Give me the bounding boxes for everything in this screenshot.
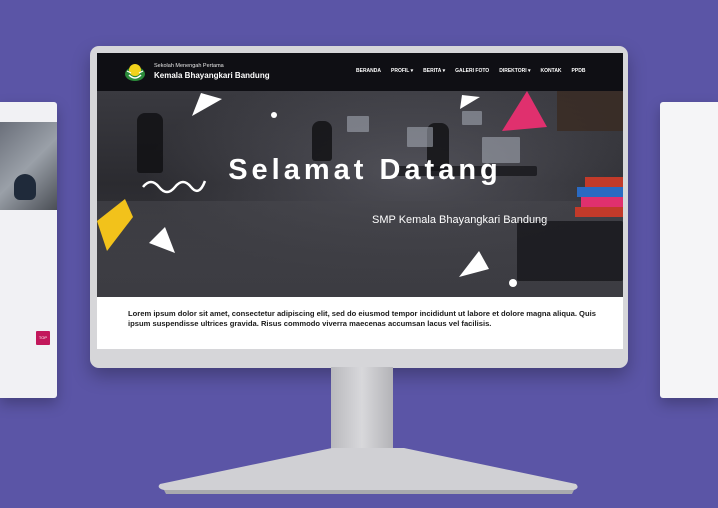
books-icon — [581, 197, 623, 207]
nav-item-berita[interactable]: BERITA ▾ — [423, 68, 445, 74]
site-header: Sekolah Menengah Pertama Kemala Bhayangk… — [97, 53, 623, 91]
main-nav: BERANDA PROFIL ▾ BERITA ▾ GALERI FOTO DI… — [356, 68, 585, 74]
pink-triangle-shape — [502, 91, 547, 131]
brand-title[interactable]: Kemala Bhayangkari Bandung — [154, 71, 270, 80]
intro-section: Lorem ipsum dolor sit amet, consectetur … — [97, 297, 623, 349]
books-icon — [577, 187, 623, 197]
left-page-preview: TOP — [0, 102, 57, 398]
dot-shape — [509, 279, 517, 287]
scroll-top-button[interactable]: TOP — [36, 331, 50, 345]
nav-item-ppdb[interactable]: PPDB — [572, 68, 586, 74]
preview-photo — [0, 122, 57, 210]
dot-shape — [271, 112, 277, 118]
chevron-down-icon: ▾ — [528, 68, 531, 74]
intro-text: Lorem ipsum dolor sit amet, consectetur … — [128, 309, 596, 328]
nav-item-profil[interactable]: PROFIL ▾ — [391, 68, 413, 74]
hero-banner: Selamat Datang SMP Kemala Bhayangkari Ba… — [97, 91, 623, 297]
nav-item-direktori[interactable]: DIREKTORI ▾ — [499, 68, 530, 74]
hero-subtitle: SMP Kemala Bhayangkari Bandung — [372, 214, 548, 226]
monitor-stand — [331, 367, 393, 451]
chevron-down-icon: ▾ — [442, 68, 446, 74]
books-icon — [575, 207, 623, 217]
nav-item-galeri-foto[interactable]: GALERI FOTO — [455, 68, 489, 74]
backpack-icon — [557, 91, 623, 131]
triangle-shape — [460, 95, 480, 109]
nav-item-kontak[interactable]: KONTAK — [541, 68, 562, 74]
school-emblem-icon[interactable] — [124, 61, 146, 83]
monitor-screen: Sekolah Menengah Pertama Kemala Bhayangk… — [97, 53, 623, 349]
preview-person — [14, 174, 36, 200]
nav-item-beranda[interactable]: BERANDA — [356, 68, 381, 74]
hero-title: Selamat Datang — [228, 154, 502, 186]
triangle-shape — [459, 251, 489, 277]
graduation-cap-icon — [97, 199, 133, 251]
triangle-shape — [192, 93, 222, 116]
monitor-base — [158, 448, 578, 494]
triangle-shape — [149, 227, 175, 253]
right-page-preview — [660, 102, 718, 398]
brand-subtitle: Sekolah Menengah Pertama — [154, 63, 224, 69]
hero-decorations — [97, 91, 623, 287]
chevron-down-icon: ▾ — [410, 68, 414, 74]
